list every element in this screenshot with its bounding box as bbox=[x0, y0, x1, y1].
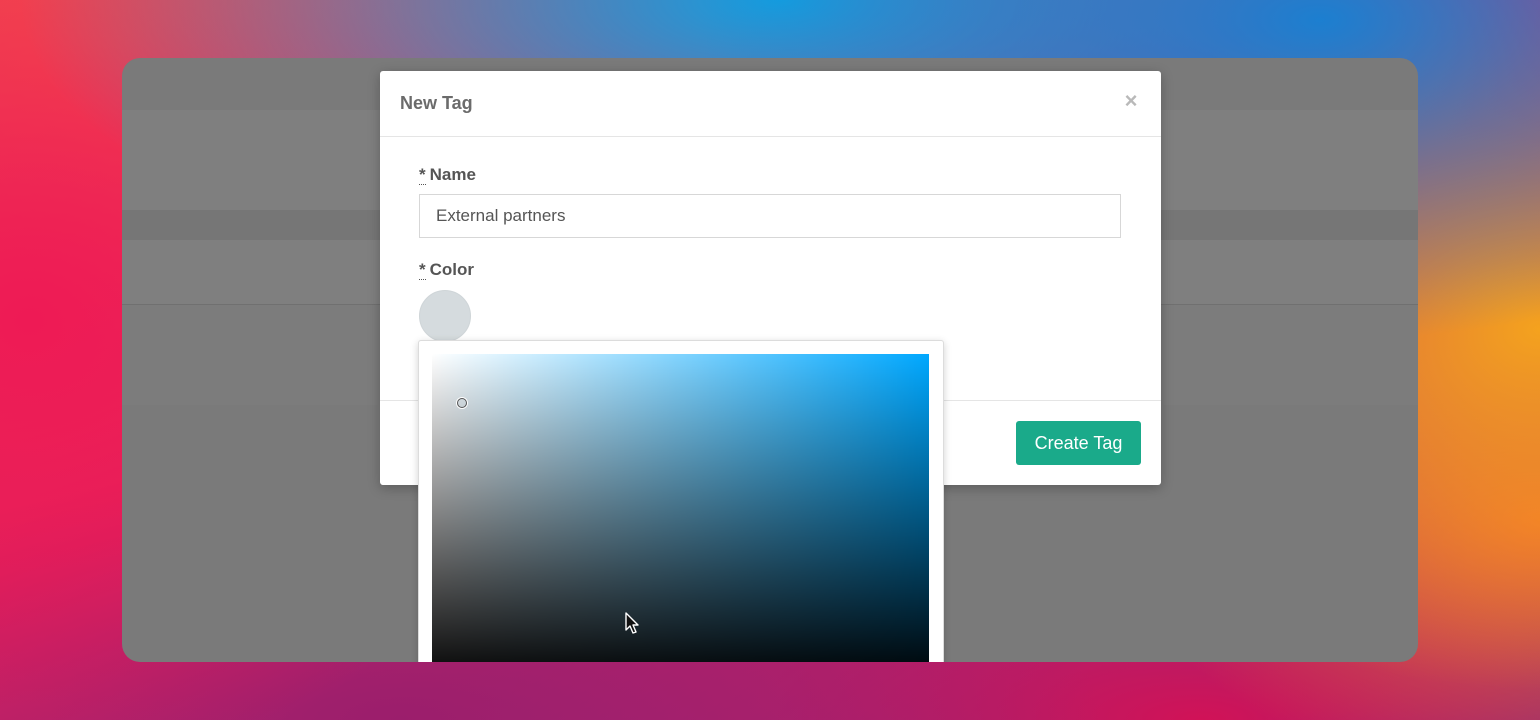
create-tag-button[interactable]: Create Tag bbox=[1016, 421, 1141, 465]
modal-title: New Tag bbox=[400, 93, 473, 113]
required-marker: * bbox=[419, 165, 426, 185]
name-input[interactable] bbox=[419, 194, 1121, 238]
close-icon[interactable]: × bbox=[1119, 87, 1143, 115]
required-marker: * bbox=[419, 260, 426, 280]
modal-header: New Tag × bbox=[380, 71, 1161, 137]
picker-handle[interactable] bbox=[457, 398, 467, 408]
color-label: * Color bbox=[419, 260, 474, 280]
color-label-text: Color bbox=[429, 260, 475, 279]
color-picker-panel bbox=[418, 340, 944, 662]
name-label-text: Name bbox=[429, 165, 476, 184]
color-swatch[interactable] bbox=[419, 290, 471, 342]
saturation-value-area[interactable] bbox=[432, 354, 929, 662]
name-label: * Name bbox=[419, 165, 476, 185]
app-window-overlay: New Tag × *Name *Color Create Tag bbox=[122, 58, 1418, 662]
value-gradient bbox=[432, 354, 929, 662]
arrow-cursor-icon bbox=[625, 612, 639, 634]
